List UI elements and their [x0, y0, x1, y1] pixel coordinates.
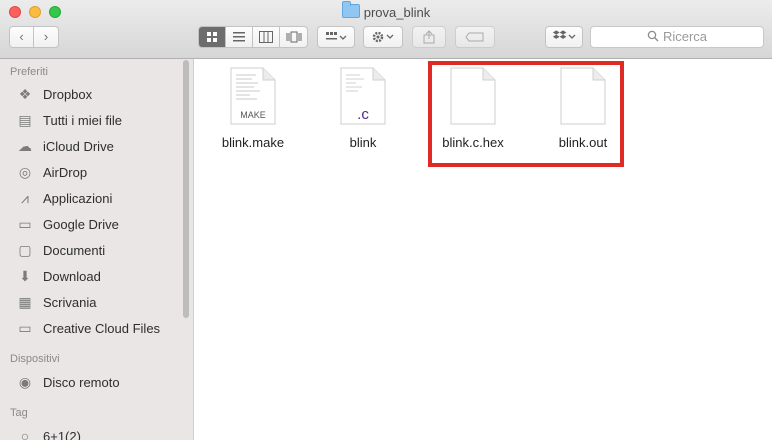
action-button[interactable]	[363, 26, 403, 48]
file-item[interactable]: blink.out	[528, 67, 638, 150]
search-icon	[647, 30, 659, 42]
tag-icon: ○	[20, 428, 30, 440]
gear-icon	[372, 31, 394, 43]
download-icon: ⬇	[19, 268, 31, 284]
back-button[interactable]: ‹	[10, 27, 34, 47]
file-item[interactable]: MAKE blink.make	[198, 67, 308, 150]
sidebar-item-dropbox[interactable]: ❖ Dropbox	[16, 83, 186, 105]
sidebar-item-label: Tutti i miei file	[43, 113, 122, 128]
file-name: blink	[349, 135, 377, 150]
group-icon	[326, 32, 347, 40]
sidebar-item-label: Download	[43, 269, 101, 284]
sidebar-item-label: Disco remoto	[43, 375, 120, 390]
desktop-icon: ▦	[18, 294, 32, 310]
blank-document-icon	[450, 67, 496, 125]
sidebar: Preferiti ❖ Dropbox ▤ Tutti i miei file ☁ i…	[0, 59, 194, 440]
window-title-text: prova_blink	[363, 5, 431, 20]
sidebar-item-scrivania[interactable]: ▦ Scrivania	[16, 291, 186, 313]
sidebar-item-label: AirDrop	[43, 165, 88, 180]
tag-icon	[465, 32, 484, 42]
file-item[interactable]: blink.c.hex	[418, 67, 528, 150]
dropbox-icon: ❖	[18, 86, 32, 102]
tag-button[interactable]	[455, 26, 495, 48]
sidebar-scrollbar[interactable]	[183, 60, 189, 318]
toolbar: prova_blink ‹ › Ricerca	[0, 0, 772, 59]
sidebar-item-applicazioni[interactable]: ⩘ Applicazioni	[16, 187, 186, 209]
navigation-buttons: ‹ ›	[9, 26, 59, 48]
dropbox-icon	[552, 30, 576, 39]
folder-icon	[341, 1, 360, 18]
coverflow-view-button[interactable]	[280, 27, 307, 47]
makefile-icon: MAKE	[230, 67, 276, 125]
icon-view-button[interactable]	[199, 27, 226, 47]
dropbox-button[interactable]	[545, 26, 583, 48]
forward-button[interactable]: ›	[34, 27, 58, 47]
share-button[interactable]	[412, 26, 446, 48]
sidebar-item-icloud-drive[interactable]: ☁ iCloud Drive	[16, 135, 186, 157]
sidebar-item-label: 6+1(2)	[43, 429, 81, 440]
columns-icon	[259, 31, 273, 43]
sidebar-item-google-drive[interactable]: ▭ Google Drive	[16, 213, 186, 235]
search-placeholder: Ricerca	[662, 29, 708, 44]
grid-icon	[207, 32, 217, 42]
sidebar-item-documenti[interactable]: ▢ Documenti	[16, 239, 186, 261]
section-heading-preferiti: Preferiti	[10, 66, 48, 78]
sidebar-item-all-files[interactable]: ▤ Tutti i miei file	[16, 109, 186, 131]
sidebar-item-download[interactable]: ⬇ Download	[16, 265, 186, 287]
share-icon	[423, 30, 435, 44]
sidebar-item-label: Dropbox	[43, 87, 93, 102]
column-view-button[interactable]	[253, 27, 280, 47]
sidebar-item-creative-cloud-files[interactable]: ▭ Creative Cloud Files	[16, 317, 186, 339]
finder-window: prova_blink ‹ › Ricerca Preferiti ❖ Drop…	[0, 0, 772, 440]
sidebar-item-label: Applicazioni	[43, 191, 113, 206]
view-mode-control	[198, 26, 308, 48]
coverflow-icon	[286, 31, 301, 43]
group-by-button[interactable]	[317, 26, 355, 48]
sidebar-item-label: Scrivania	[43, 295, 97, 310]
window-title: prova_blink	[0, 1, 772, 20]
file-name: blink.c.hex	[442, 135, 504, 150]
folder-icon: ▭	[18, 320, 32, 336]
sidebar-item-label: iCloud Drive	[43, 139, 114, 154]
sidebar-item-tag[interactable]: ○ 6+1(2)	[16, 425, 186, 440]
c-source-icon: .c	[340, 67, 386, 125]
file-badge: .c	[357, 106, 369, 123]
section-heading-dispositivi: Dispositivi	[10, 353, 60, 365]
sidebar-item-disco-remoto[interactable]: ◉ Disco remoto	[16, 371, 186, 393]
sidebar-item-label: Creative Cloud Files	[43, 321, 161, 336]
list-icon	[233, 32, 245, 42]
sidebar-item-airdrop[interactable]: ◎ AirDrop	[16, 161, 186, 183]
cloud-icon: ☁	[18, 138, 32, 154]
sidebar-item-label: Google Drive	[43, 217, 119, 232]
document-icon: ▢	[18, 242, 32, 258]
file-badge: MAKE	[240, 110, 266, 120]
sidebar-item-label: Documenti	[43, 243, 106, 258]
all-files-icon: ▤	[18, 112, 32, 128]
folder-icon: ▭	[18, 216, 32, 232]
disc-icon: ◉	[18, 374, 32, 390]
file-name: blink.make	[221, 135, 285, 150]
applications-icon: ⩘	[21, 190, 29, 206]
file-item[interactable]: .c blink	[308, 67, 418, 150]
blank-document-icon	[560, 67, 606, 125]
section-heading-tag: Tag	[10, 407, 28, 419]
search-field[interactable]: Ricerca	[590, 26, 764, 48]
file-name: blink.out	[558, 135, 608, 150]
airdrop-icon: ◎	[18, 164, 32, 180]
list-view-button[interactable]	[226, 27, 253, 47]
file-browser: MAKE blink.make .c blink blink.c.hex bli…	[194, 59, 772, 440]
